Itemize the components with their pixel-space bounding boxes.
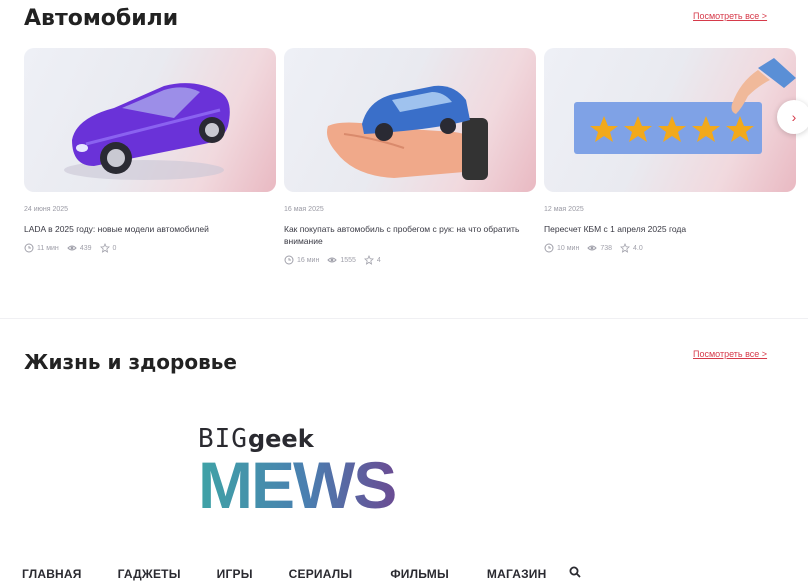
article-card[interactable]: 12 мая 2025 Пересчет КБМ с 1 апреля 2025… bbox=[544, 48, 796, 253]
article-thumbnail[interactable] bbox=[544, 48, 796, 192]
star-icon bbox=[99, 243, 110, 253]
logo-top-text: BIGgeek bbox=[198, 424, 314, 454]
hand-holding-car-illustration bbox=[327, 85, 488, 180]
see-all-health-link[interactable]: Посмотреть все > bbox=[693, 349, 767, 359]
article-date: 16 мая 2025 bbox=[284, 206, 324, 213]
article-meta: 10 мин 738 4.0 bbox=[544, 243, 796, 253]
eye-icon bbox=[587, 245, 598, 251]
clock-icon bbox=[284, 255, 294, 265]
read-time: 10 мин bbox=[557, 244, 580, 252]
main-navigation: ГЛАВНАЯ ГАДЖЕТЫ ИГРЫ СЕРИАЛЫ ФИЛЬМЫ МАГА… bbox=[22, 566, 581, 581]
article-date: 12 мая 2025 bbox=[544, 206, 584, 213]
article-title[interactable]: LADA в 2025 году: новые модели автомобил… bbox=[24, 223, 224, 235]
article-thumbnail[interactable] bbox=[24, 48, 276, 192]
nav-item-shop[interactable]: МАГАЗИН bbox=[487, 567, 547, 581]
nav-item-home[interactable]: ГЛАВНАЯ bbox=[22, 567, 82, 581]
rating: 4 bbox=[376, 256, 381, 264]
article-meta: 16 мин 1555 4 bbox=[284, 255, 536, 265]
purple-sports-car-illustration bbox=[64, 83, 230, 180]
eye-icon bbox=[67, 245, 77, 251]
chevron-right-icon: › bbox=[791, 109, 797, 125]
article-date: 24 июня 2025 bbox=[24, 206, 69, 213]
rating: 0 bbox=[112, 244, 117, 252]
section-title-health: Жизнь и здоровье bbox=[24, 350, 237, 374]
nav-item-gadgets[interactable]: ГАДЖЕТЫ bbox=[118, 567, 181, 581]
views-count: 1555 bbox=[340, 256, 356, 264]
star-icon bbox=[620, 243, 630, 253]
clock-icon bbox=[544, 243, 554, 253]
nav-item-series[interactable]: СЕРИАЛЫ bbox=[289, 567, 353, 581]
read-time: 11 мин bbox=[37, 244, 59, 252]
carousel-next-button[interactable]: › bbox=[777, 100, 808, 134]
five-star-rating-illustration bbox=[574, 58, 796, 154]
article-card[interactable]: 16 мая 2025 Как покупать автомобиль с пр… bbox=[284, 48, 536, 265]
article-title[interactable]: Как покупать автомобиль с пробегом с рук… bbox=[284, 223, 540, 247]
svg-text:MEWS: MEWS bbox=[198, 454, 395, 520]
nav-item-games[interactable]: ИГРЫ bbox=[217, 567, 253, 581]
section-divider bbox=[0, 318, 808, 319]
logo-mews-wordmark: MEWS bbox=[198, 454, 397, 520]
article-meta: 11 мин 439 0 bbox=[24, 243, 276, 253]
eye-icon bbox=[327, 257, 338, 263]
article-title[interactable]: Пересчет КБМ с 1 апреля 2025 года bbox=[544, 223, 784, 235]
biggeek-news-logo[interactable]: BIGgeek MEWS bbox=[198, 424, 518, 524]
section-title-cars: Автомобили bbox=[24, 6, 179, 31]
article-thumbnail[interactable] bbox=[284, 48, 536, 192]
star-icon bbox=[363, 255, 374, 265]
article-card[interactable]: 24 июня 2025 LADA в 2025 году: новые мод… bbox=[24, 48, 276, 253]
rating: 4.0 bbox=[633, 244, 643, 252]
see-all-cars-link[interactable]: Посмотреть все > bbox=[693, 11, 767, 21]
nav-item-movies[interactable]: ФИЛЬМЫ bbox=[390, 567, 449, 581]
views-count: 738 bbox=[600, 244, 613, 252]
search-icon bbox=[569, 566, 581, 578]
cars-carousel: 24 июня 2025 LADA в 2025 году: новые мод… bbox=[24, 48, 808, 288]
clock-icon bbox=[24, 243, 34, 253]
read-time: 16 мин bbox=[297, 256, 320, 264]
search-button[interactable] bbox=[569, 566, 581, 581]
views-count: 439 bbox=[79, 244, 92, 252]
